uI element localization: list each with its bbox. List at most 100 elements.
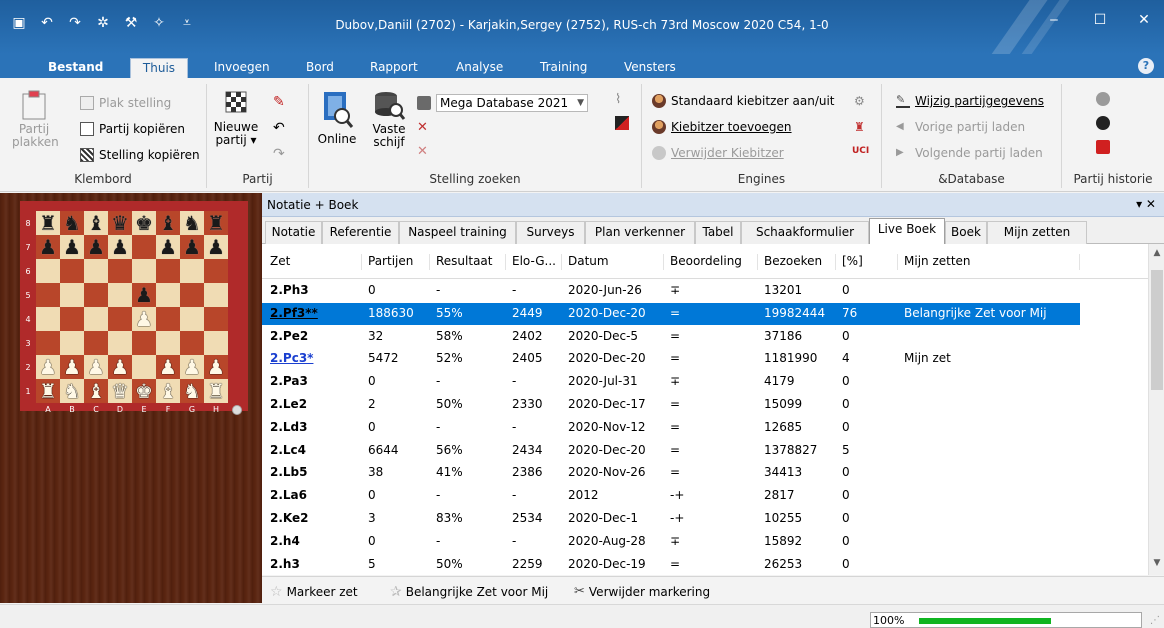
white-king-icon[interactable]: ♚ bbox=[132, 379, 156, 403]
redo-move-icon[interactable]: ↷ bbox=[273, 146, 285, 162]
black-pawn-icon[interactable]: ♟ bbox=[60, 235, 84, 259]
board-square[interactable] bbox=[36, 307, 60, 331]
table-row[interactable]: 2.h4 0 - - 2020-Aug-28 ∓ 15892 0 bbox=[262, 531, 1080, 553]
tab-notatie[interactable]: Notatie bbox=[265, 221, 322, 244]
table-row[interactable]: 2.Ld3 0 - - 2020-Nov-12 = 12685 0 bbox=[262, 417, 1080, 439]
history-back-icon[interactable] bbox=[1096, 92, 1110, 106]
white-pawn-icon[interactable]: ♟ bbox=[84, 355, 108, 379]
kiebitzer-toevoegen-button[interactable]: Kiebitzer toevoegen bbox=[652, 120, 792, 134]
black-pawn-icon[interactable]: ♟ bbox=[36, 235, 60, 259]
table-row[interactable]: 2.Pf3** 188630 55% 2449 2020-Dec-20 = 19982444… bbox=[262, 301, 1081, 326]
search-tool-icon[interactable]: ✕ bbox=[417, 120, 428, 135]
tab-live-boek[interactable]: Live Boek bbox=[869, 218, 945, 244]
black-pawn-icon[interactable]: ♟ bbox=[108, 235, 132, 259]
online-button[interactable]: Online bbox=[313, 90, 361, 146]
board-square[interactable] bbox=[36, 259, 60, 283]
black-knight-icon[interactable]: ♞ bbox=[180, 211, 204, 235]
minimize-button[interactable]: ‒ bbox=[1040, 10, 1068, 30]
white-queen-icon[interactable]: ♛ bbox=[108, 379, 132, 403]
volgende-partij-button[interactable]: ▶ Volgende partij laden bbox=[896, 146, 1043, 160]
help-icon[interactable]: ? bbox=[1138, 58, 1154, 74]
board-square[interactable] bbox=[180, 259, 204, 283]
verwijder-kiebitzer-button[interactable]: Verwijder Kiebitzer bbox=[652, 146, 784, 160]
board-square[interactable] bbox=[108, 259, 132, 283]
vorige-partij-button[interactable]: ◀ Vorige partij laden bbox=[896, 120, 1025, 134]
black-pawn-icon[interactable]: ♟ bbox=[84, 235, 108, 259]
belangrijke-zet-button[interactable]: ✰ Belangrijke Zet voor Mij bbox=[390, 584, 548, 600]
uci-icon[interactable]: UCI bbox=[852, 146, 869, 156]
database-select[interactable]: Mega Database 2021 ▼ bbox=[436, 94, 588, 112]
white-rook-icon[interactable]: ♜ bbox=[204, 379, 228, 403]
board-square[interactable] bbox=[60, 283, 84, 307]
tab-bestand[interactable]: Bestand bbox=[42, 58, 109, 78]
board-square[interactable] bbox=[156, 259, 180, 283]
board-square[interactable] bbox=[84, 307, 108, 331]
board-square[interactable] bbox=[132, 259, 156, 283]
board-square[interactable] bbox=[60, 307, 84, 331]
table-row[interactable]: 2.Ph3 0 - - 2020-Jun-26 ∓ 13201 0 bbox=[262, 280, 1080, 302]
tab-vensters[interactable]: Vensters bbox=[618, 58, 682, 78]
table-row[interactable]: 2.Le2 2 50% 2330 2020-Dec-17 = 15099 0 bbox=[262, 394, 1080, 416]
table-row[interactable]: 2.La6 0 - - 2012 -+ 2817 0 bbox=[262, 485, 1080, 507]
board-square[interactable] bbox=[180, 307, 204, 331]
board-square[interactable] bbox=[84, 259, 108, 283]
white-pawn-icon[interactable]: ♟ bbox=[156, 355, 180, 379]
black-pawn-icon[interactable]: ♟ bbox=[156, 235, 180, 259]
board-square[interactable] bbox=[108, 307, 132, 331]
scrollbar-thumb[interactable] bbox=[1151, 270, 1163, 390]
nieuwe-partij-button[interactable]: Nieuwe partij ▾ bbox=[213, 90, 259, 147]
board-square[interactable] bbox=[132, 355, 156, 379]
tab-mijn-zetten[interactable]: Mijn zetten bbox=[987, 221, 1087, 244]
column-header-elo[interactable]: Elo-G... bbox=[506, 254, 562, 270]
database-selector[interactable]: Mega Database 2021 ▼ bbox=[417, 94, 588, 112]
board-flag-icon[interactable] bbox=[615, 116, 629, 130]
board-square[interactable] bbox=[156, 283, 180, 307]
table-row[interactable]: 2.Lc4 6644 56% 2434 2020-Dec-20 = 1378827 5 bbox=[262, 440, 1080, 462]
board-square[interactable] bbox=[156, 331, 180, 355]
board-square[interactable] bbox=[84, 331, 108, 355]
column-header-mijn-zetten[interactable]: Mijn zetten bbox=[898, 254, 1080, 270]
tab-rapport[interactable]: Rapport bbox=[364, 58, 424, 78]
white-pawn-icon[interactable]: ♟ bbox=[60, 355, 84, 379]
close-button[interactable]: ✕ bbox=[1130, 10, 1158, 30]
chess-board[interactable]: ♜ ♞ ♝ ♛ ♚ ♝ ♞ ♜ ♟ ♟ ♟ ♟ ♟ ♟ ♟ ♟ ♟ ♟ ♟ ♟ ♟ ♟ ♟ ♟ ♜ ♞ ♝ ♛ ♚ ♝ ♞ ♜ bbox=[36, 211, 228, 403]
vaste-schijf-button[interactable]: Vaste schijf bbox=[365, 90, 413, 149]
table-row[interactable]: 2.Pc3* 5472 52% 2405 2020-Dec-20 = 1181990 4 Mij… bbox=[262, 348, 1080, 370]
table-row[interactable]: 2.h3 5 50% 2259 2020-Dec-19 = 26253 0 bbox=[262, 554, 1080, 575]
plak-stelling-button[interactable]: Plak stelling bbox=[80, 96, 171, 110]
panel-buttons[interactable]: ▾ ✕ bbox=[1136, 197, 1156, 211]
vertical-scrollbar[interactable]: ▲ ▼ bbox=[1148, 244, 1164, 575]
engine-settings-icon[interactable]: ⚙ bbox=[854, 94, 865, 108]
tab-naspeel-training[interactable]: Naspeel training bbox=[399, 221, 516, 244]
table-row[interactable]: 2.Pa3 0 - - 2020-Jul-31 ∓ 4179 0 bbox=[262, 371, 1080, 393]
white-pawn-icon[interactable]: ♟ bbox=[36, 355, 60, 379]
scroll-up-icon[interactable]: ▲ bbox=[1149, 248, 1164, 262]
tab-bord[interactable]: Bord bbox=[300, 58, 340, 78]
board-square[interactable] bbox=[60, 259, 84, 283]
board-square[interactable] bbox=[132, 331, 156, 355]
undo-move-icon[interactable]: ↶ bbox=[273, 120, 285, 136]
board-square[interactable] bbox=[60, 331, 84, 355]
board-square[interactable] bbox=[36, 331, 60, 355]
board-square[interactable] bbox=[84, 283, 108, 307]
column-header-beoordeling[interactable]: Beoordeling bbox=[664, 254, 758, 270]
scroll-down-icon[interactable]: ▼ bbox=[1149, 558, 1164, 572]
white-knight-icon[interactable]: ♞ bbox=[180, 379, 204, 403]
white-pawn-icon[interactable]: ♟ bbox=[180, 355, 204, 379]
table-row[interactable]: 2.Pe2 32 58% 2402 2020-Dec-5 = 37186 0 bbox=[262, 326, 1080, 348]
tab-analyse[interactable]: Analyse bbox=[450, 58, 509, 78]
board-square[interactable] bbox=[36, 283, 60, 307]
column-header-partijen[interactable]: Partijen bbox=[362, 254, 430, 270]
black-bishop-icon[interactable]: ♝ bbox=[84, 211, 108, 235]
verwijder-markering-button[interactable]: ✂ Verwijder markering bbox=[574, 584, 710, 599]
table-row[interactable]: 2.Lb5 38 41% 2386 2020-Nov-26 = 34413 0 bbox=[262, 462, 1080, 484]
tab-referentie[interactable]: Referentie bbox=[322, 221, 399, 244]
zoom-indicator[interactable]: 100% bbox=[870, 612, 1142, 628]
black-pawn-icon[interactable]: ♟ bbox=[180, 235, 204, 259]
board-square[interactable] bbox=[108, 331, 132, 355]
markeer-zet-button[interactable]: ☆ Markeer zet bbox=[270, 584, 358, 600]
black-rook-icon[interactable]: ♜ bbox=[204, 211, 228, 235]
partij-plakken-button[interactable]: Partij plakken bbox=[12, 90, 59, 149]
board-square[interactable] bbox=[156, 307, 180, 331]
board-square[interactable] bbox=[204, 259, 228, 283]
